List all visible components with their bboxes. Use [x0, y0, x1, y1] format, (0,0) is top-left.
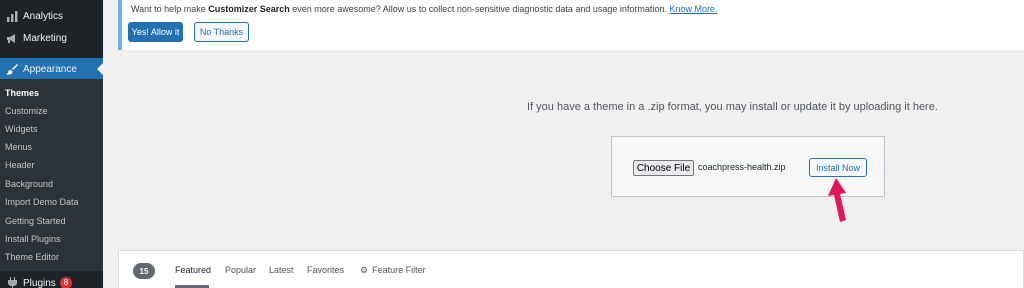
submenu-item-install-plugins[interactable]: Install Plugins — [5, 230, 61, 248]
allow-button[interactable]: Yes! Allow it — [128, 22, 183, 42]
pointer-arrow-icon — [828, 178, 846, 222]
no-thanks-button[interactable]: No Thanks — [194, 22, 249, 42]
submenu-item-theme-editor[interactable]: Theme Editor — [5, 248, 59, 266]
menu-label: Plugins — [23, 277, 56, 288]
know-more-link[interactable]: Know More. — [669, 4, 717, 14]
analytics-icon — [5, 9, 19, 23]
selected-file-name: coachpress-health.zip — [698, 162, 786, 172]
plugins-update-badge: 8 — [59, 277, 72, 288]
feature-filter-button[interactable]: ⚙ Feature Filter — [360, 265, 426, 276]
megaphone-icon — [5, 31, 19, 45]
theme-filter-bar: 15 Featured Popular Latest Favorites ⚙ Fe… — [118, 250, 1024, 288]
submenu-item-getting-started[interactable]: Getting Started — [5, 212, 66, 230]
menu-label: Marketing — [23, 32, 67, 44]
theme-count: 15 — [133, 263, 155, 279]
menu-item-analytics[interactable]: Analytics — [0, 5, 103, 27]
notice-text-after: even more awesome? Allow us to collect n… — [289, 4, 670, 14]
gear-icon: ⚙ — [360, 265, 369, 275]
choose-file-button[interactable]: Choose File — [633, 160, 694, 176]
menu-label: Appearance — [23, 63, 77, 75]
submenu-item-header[interactable]: Header — [5, 156, 35, 174]
submenu-item-menus[interactable]: Menus — [5, 138, 32, 156]
notice-plugin-name: Customizer Search — [208, 4, 290, 14]
submenu-item-widgets[interactable]: Widgets — [5, 120, 38, 138]
tab-latest[interactable]: Latest — [269, 265, 294, 275]
submenu-item-import-demo-data[interactable]: Import Demo Data — [5, 193, 79, 211]
feature-filter-label: Feature Filter — [372, 265, 426, 275]
tab-favorites[interactable]: Favorites — [307, 265, 344, 275]
menu-label: Analytics — [23, 10, 64, 22]
plugin-icon — [5, 276, 19, 288]
admin-sidebar: Analytics Marketing Appearance Themes Cu… — [0, 0, 103, 288]
submenu-item-customize[interactable]: Customize — [5, 102, 48, 120]
upload-instructions: If you have a theme in a .zip format, yo… — [527, 101, 938, 113]
notice-text: Want to help make Customizer Search even… — [131, 4, 717, 14]
tab-popular[interactable]: Popular — [225, 265, 256, 275]
paintbrush-icon — [5, 62, 19, 76]
menu-item-appearance[interactable]: Appearance — [0, 58, 103, 80]
appearance-submenu: Themes Customize Widgets Menus Header Ba… — [0, 79, 103, 271]
submenu-item-background[interactable]: Background — [5, 175, 53, 193]
data-collection-notice: Want to help make Customizer Search even… — [118, 0, 1024, 50]
tab-featured[interactable]: Featured — [175, 265, 211, 275]
notice-text-before: Want to help make — [131, 4, 209, 14]
submenu-item-themes[interactable]: Themes — [5, 84, 39, 102]
menu-item-marketing[interactable]: Marketing — [0, 27, 103, 49]
menu-item-plugins[interactable]: Plugins 8 — [0, 272, 103, 288]
